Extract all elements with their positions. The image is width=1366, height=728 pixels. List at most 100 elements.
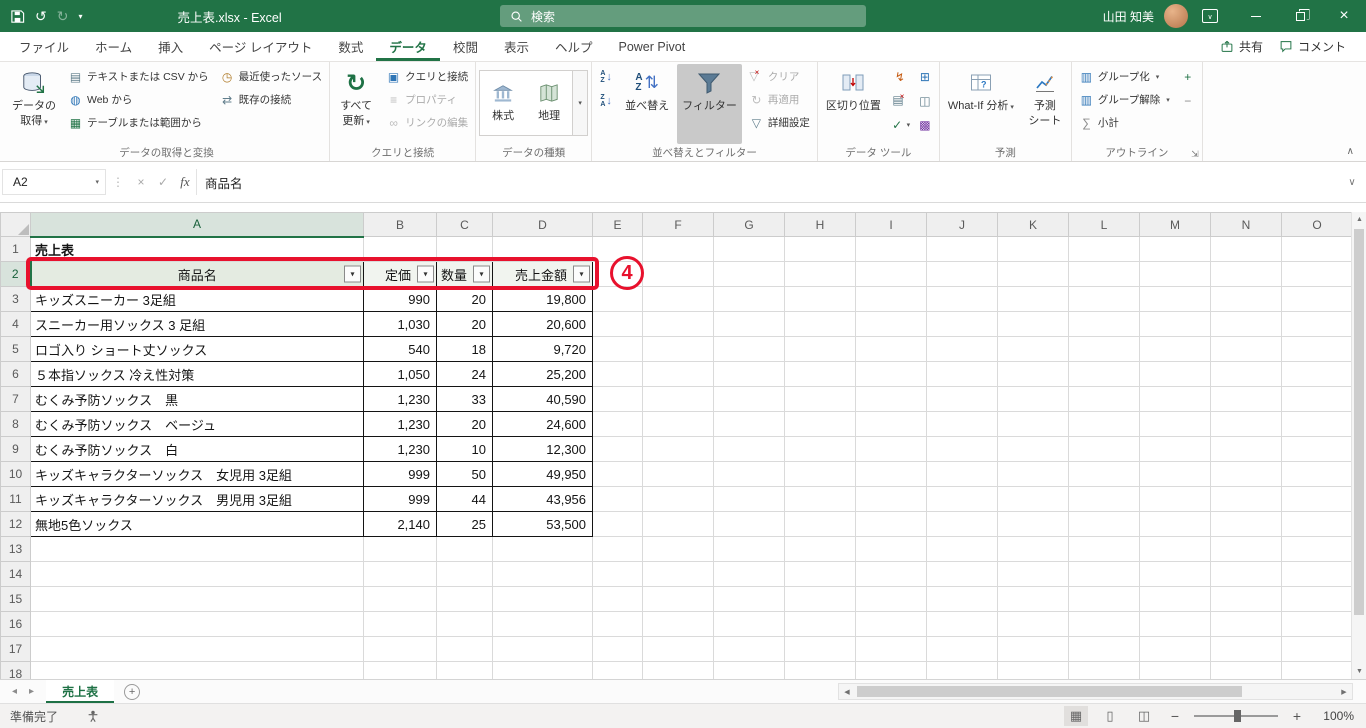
cell-D7[interactable]: 40,590 [492, 386, 594, 412]
cell-B12[interactable]: 2,140 [363, 511, 437, 537]
cell-D14[interactable] [492, 561, 594, 587]
row-header-16[interactable]: 16 [0, 611, 31, 637]
cell-B5[interactable]: 540 [363, 336, 437, 362]
cell-H6[interactable] [784, 361, 857, 387]
cell-L4[interactable] [1068, 311, 1141, 337]
cell-A16[interactable] [30, 611, 364, 637]
cell-H2[interactable] [784, 261, 857, 287]
row-header-18[interactable]: 18 [0, 661, 31, 679]
sort-ascending-button[interactable]: A Z ↓ [595, 66, 617, 88]
name-box-caret-icon[interactable]: ▾ [95, 178, 99, 186]
cell-M11[interactable] [1139, 486, 1212, 512]
cell-B3[interactable]: 990 [363, 286, 437, 312]
cell-O14[interactable] [1281, 561, 1354, 587]
stocks-button[interactable]: 株式 [480, 71, 526, 135]
cell-L13[interactable] [1068, 536, 1141, 562]
avatar[interactable] [1164, 4, 1188, 28]
cell-B6[interactable]: 1,050 [363, 361, 437, 387]
cell-K15[interactable] [997, 586, 1070, 612]
cell-F11[interactable] [642, 486, 715, 512]
customize-qat-caret-icon[interactable]: ▾ [78, 12, 82, 21]
cell-B17[interactable] [363, 636, 437, 662]
ribbon-tab-挿入[interactable]: 挿入 [145, 32, 196, 61]
cell-F9[interactable] [642, 436, 715, 462]
cell-D16[interactable] [492, 611, 594, 637]
cell-K16[interactable] [997, 611, 1070, 637]
cell-M3[interactable] [1139, 286, 1212, 312]
cell-O11[interactable] [1281, 486, 1354, 512]
cell-K11[interactable] [997, 486, 1070, 512]
cell-M8[interactable] [1139, 411, 1212, 437]
ribbon-display-options-icon[interactable]: ∨ [1202, 9, 1218, 23]
cell-C7[interactable]: 33 [435, 386, 494, 412]
cell-N1[interactable] [1210, 236, 1283, 262]
cell-B16[interactable] [363, 611, 437, 637]
cell-F10[interactable] [642, 461, 715, 487]
cell-O12[interactable] [1281, 511, 1354, 537]
cell-B14[interactable] [363, 561, 437, 587]
cell-L2[interactable] [1068, 261, 1141, 287]
group-button[interactable]: ▥ グループ化 ▾ [1075, 66, 1174, 87]
cell-E9[interactable] [592, 436, 644, 462]
existing-connections-button[interactable]: ⇄ 既存の接続 [216, 89, 326, 110]
cell-J5[interactable] [926, 336, 999, 362]
column-header-J[interactable]: J [926, 212, 999, 237]
flash-fill-button[interactable]: ↯ [889, 66, 911, 88]
refresh-all-button[interactable]: ↻ すべて 更新 ▾ [333, 64, 379, 144]
cell-I8[interactable] [855, 411, 928, 437]
cell-C4[interactable]: 20 [435, 311, 494, 337]
geography-button[interactable]: 地理 [526, 71, 572, 135]
row-header-15[interactable]: 15 [0, 586, 31, 612]
column-header-K[interactable]: K [997, 212, 1070, 237]
row-header-17[interactable]: 17 [0, 636, 31, 662]
cell-K3[interactable] [997, 286, 1070, 312]
cell-A15[interactable] [30, 586, 364, 612]
cell-L12[interactable] [1068, 511, 1141, 537]
save-button[interactable] [10, 9, 25, 24]
cell-D18[interactable] [492, 661, 594, 679]
cell-D6[interactable]: 25,200 [492, 361, 594, 387]
cell-N11[interactable] [1210, 486, 1283, 512]
cell-I5[interactable] [855, 336, 928, 362]
cell-K10[interactable] [997, 461, 1070, 487]
cell-J12[interactable] [926, 511, 999, 537]
cell-K17[interactable] [997, 636, 1070, 662]
cell-G10[interactable] [713, 461, 786, 487]
cell-N9[interactable] [1210, 436, 1283, 462]
row-header-13[interactable]: 13 [0, 536, 31, 562]
cell-C15[interactable] [436, 586, 494, 612]
cell-C10[interactable]: 50 [435, 461, 494, 487]
column-header-M[interactable]: M [1139, 212, 1212, 237]
cell-C3[interactable]: 20 [435, 286, 494, 312]
cell-J6[interactable] [926, 361, 999, 387]
vertical-scroll-thumb[interactable] [1354, 229, 1364, 615]
cell-I2[interactable] [855, 261, 928, 287]
cell-J9[interactable] [926, 436, 999, 462]
cell-G7[interactable] [713, 386, 786, 412]
cell-G12[interactable] [713, 511, 786, 537]
row-header-14[interactable]: 14 [0, 561, 31, 587]
cell-N5[interactable] [1210, 336, 1283, 362]
cell-G6[interactable] [713, 361, 786, 387]
cell-B11[interactable]: 999 [363, 486, 437, 512]
cell-O7[interactable] [1281, 386, 1354, 412]
sheet-nav-left-icon[interactable]: ◂ [12, 686, 17, 697]
search-box[interactable]: 検索 [500, 5, 866, 27]
advanced-filter-button[interactable]: ▽ 詳細設定 [745, 112, 814, 133]
column-header-O[interactable]: O [1281, 212, 1354, 237]
cell-D9[interactable]: 12,300 [492, 436, 594, 462]
cell-G15[interactable] [713, 586, 786, 612]
cell-F17[interactable] [642, 636, 715, 662]
cell-D11[interactable]: 43,956 [492, 486, 594, 512]
cell-G4[interactable] [713, 311, 786, 337]
cell-L7[interactable] [1068, 386, 1141, 412]
cell-F2[interactable] [642, 261, 715, 287]
cell-G11[interactable] [713, 486, 786, 512]
row-header-6[interactable]: 6 [0, 361, 31, 387]
cell-C11[interactable]: 44 [435, 486, 494, 512]
redo-button[interactable]: ↻ [57, 8, 69, 25]
cell-N4[interactable] [1210, 311, 1283, 337]
cell-A9[interactable]: むくみ予防ソックス 白 [30, 436, 364, 462]
cell-H5[interactable] [784, 336, 857, 362]
cell-C16[interactable] [436, 611, 494, 637]
